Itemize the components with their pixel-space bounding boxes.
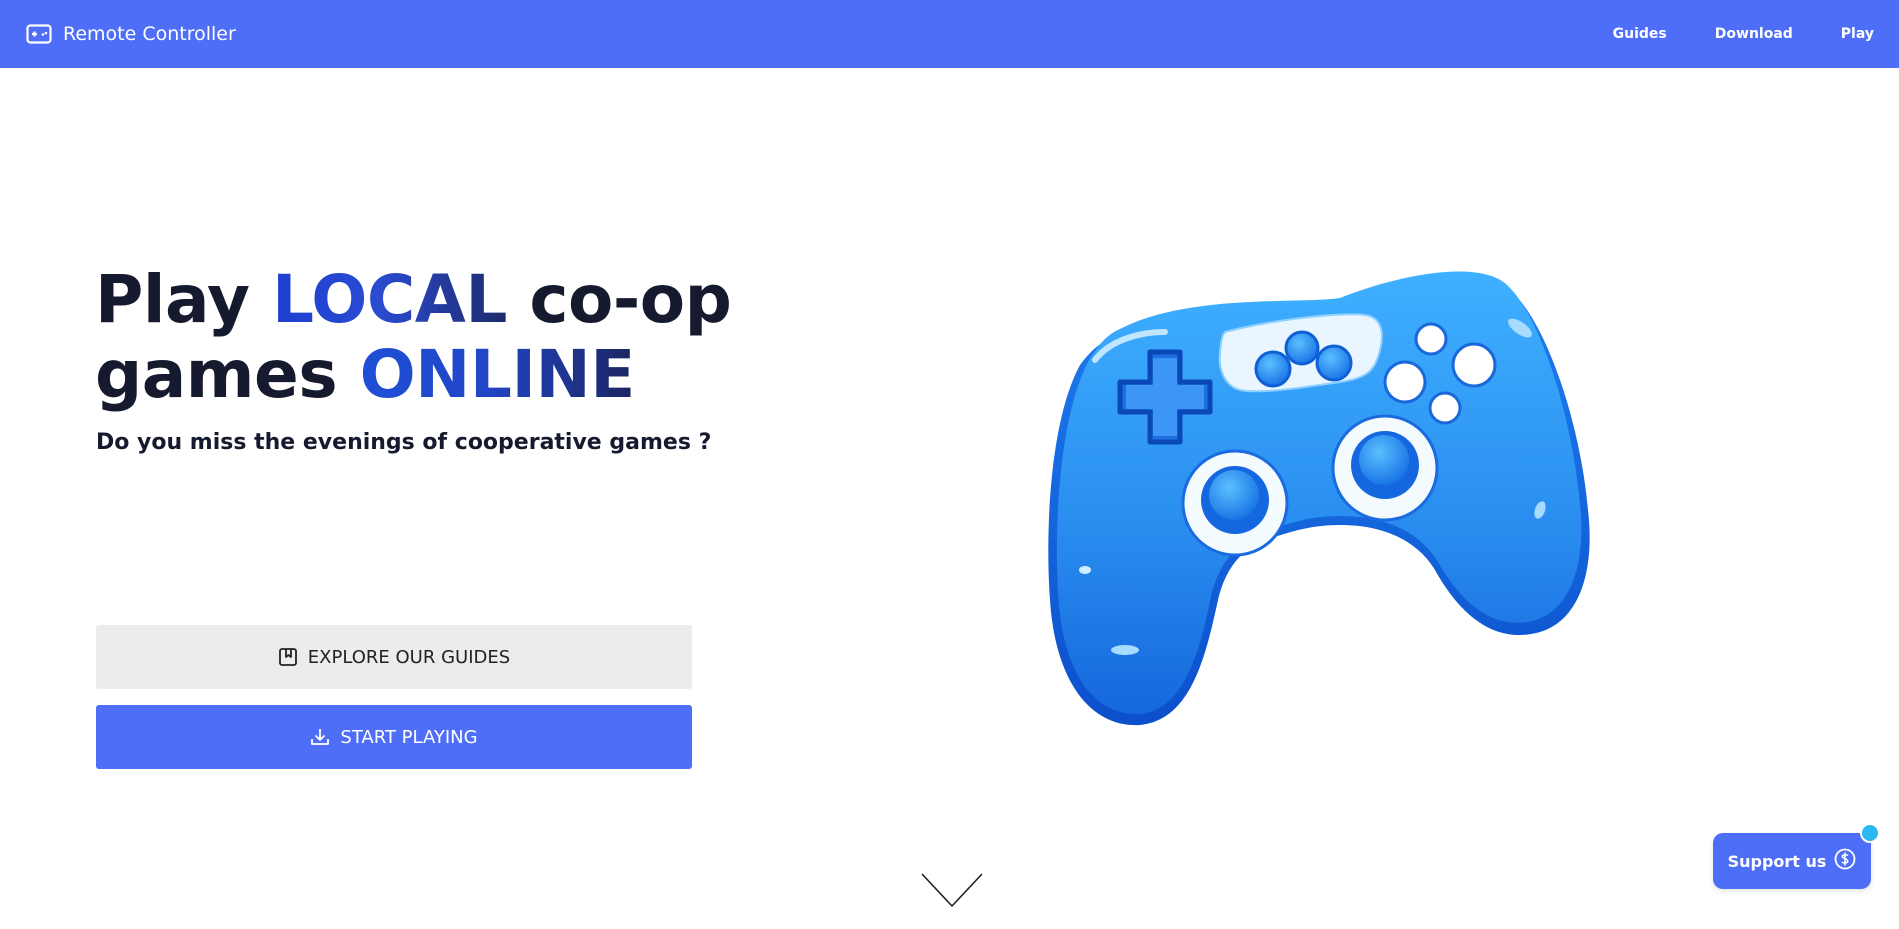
start-playing-label: START PLAYING	[340, 726, 478, 748]
brand-name: Remote Controller	[63, 23, 236, 45]
hero-title-online-highlight: ONLINE	[359, 336, 636, 413]
dollar-coin-icon	[1834, 848, 1856, 874]
brand-link[interactable]: Remote Controller	[26, 0, 236, 68]
hero-title: Play LOCAL co-op games ONLINE	[95, 261, 732, 413]
bookmark-icon	[278, 647, 298, 667]
explore-guides-label: EXPLORE OUR GUIDES	[307, 646, 511, 668]
hero-subtitle: Do you miss the evenings of cooperative …	[96, 430, 712, 455]
nav-link-download[interactable]: Download	[1715, 26, 1793, 42]
blue-gamepad-illustration	[1048, 271, 1590, 726]
support-us-label: Support us	[1727, 851, 1827, 871]
download-icon	[310, 727, 330, 747]
hero-title-local-highlight: LOCAL	[272, 261, 507, 338]
chevron-down-icon[interactable]	[920, 872, 984, 910]
hero-title-play: Play	[95, 261, 273, 338]
hero-title-games: games	[95, 336, 360, 413]
support-us-button[interactable]: Support us	[1713, 833, 1871, 889]
explore-guides-button[interactable]: EXPLORE OUR GUIDES	[96, 625, 692, 689]
gamepad-icon	[26, 24, 52, 44]
main-nav: Guides Download Play	[1565, 0, 1874, 68]
start-playing-button[interactable]: START PLAYING	[96, 705, 692, 769]
nav-link-play[interactable]: Play	[1841, 26, 1874, 42]
notification-dot	[1860, 823, 1880, 843]
top-navbar: Remote Controller Guides Download Play	[0, 0, 1899, 68]
nav-link-guides[interactable]: Guides	[1613, 26, 1667, 42]
hero-title-coop: co-op	[506, 261, 732, 338]
